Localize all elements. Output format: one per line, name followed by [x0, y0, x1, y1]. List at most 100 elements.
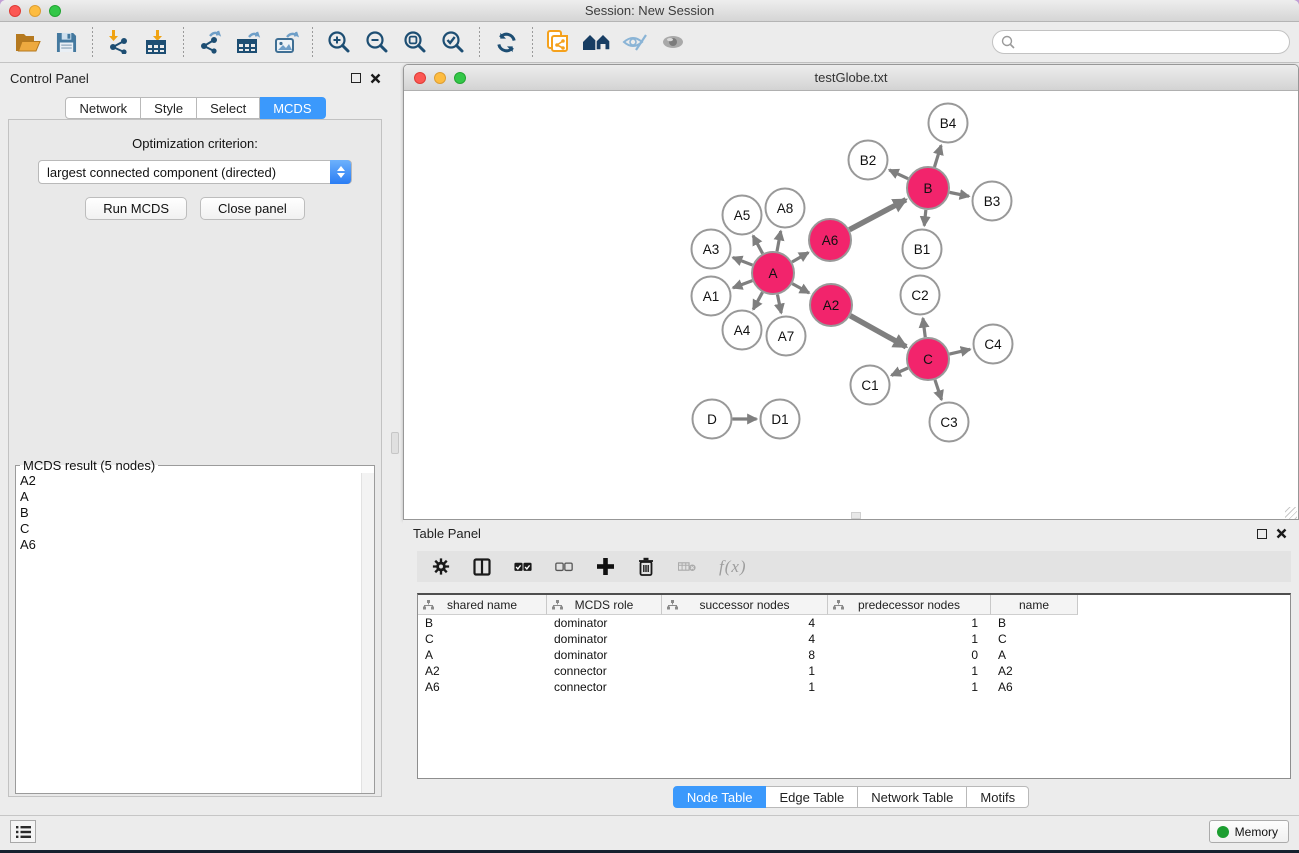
show-eye-button[interactable] [654, 26, 692, 58]
select-all-button[interactable] [514, 557, 532, 577]
export-table-button[interactable] [229, 26, 267, 58]
graph-node-C2[interactable]: C2 [901, 276, 940, 315]
tab-style[interactable]: Style [141, 97, 197, 119]
tab-network-table[interactable]: Network Table [858, 786, 967, 808]
graph-node-B1[interactable]: B1 [903, 230, 942, 269]
clear-table-button[interactable] [678, 557, 696, 577]
add-column-button[interactable] [596, 557, 614, 577]
canvas-scroll-handle[interactable] [851, 512, 861, 519]
tab-edge-table[interactable]: Edge Table [766, 786, 858, 808]
float-panel-icon[interactable] [351, 73, 361, 83]
export-image-button[interactable] [267, 26, 305, 58]
tab-network[interactable]: Network [65, 97, 141, 119]
right-column: testGlobe.txt B4B2BB3A5A8A [403, 64, 1299, 815]
export-table-icon [236, 30, 261, 54]
import-network-button[interactable] [100, 26, 138, 58]
table-row[interactable]: Bdominator41B [418, 615, 1290, 631]
tab-motifs[interactable]: Motifs [967, 786, 1029, 808]
graph-node-A3[interactable]: A3 [692, 230, 731, 269]
zoom-fit-button[interactable] [396, 26, 434, 58]
save-session-button[interactable] [47, 26, 85, 58]
zoom-out-button[interactable] [358, 26, 396, 58]
search-input[interactable] [1020, 35, 1281, 50]
zoom-in-button[interactable] [320, 26, 358, 58]
close-panel-icon[interactable] [370, 73, 381, 84]
graph-node-A2[interactable]: A2 [810, 284, 852, 326]
run-mcds-button[interactable]: Run MCDS [85, 197, 187, 220]
memory-button[interactable]: Memory [1209, 820, 1289, 843]
graph-node-C[interactable]: C [907, 338, 949, 380]
hide-annotations-button[interactable] [616, 26, 654, 58]
list-icon [16, 825, 31, 839]
close-table-panel-icon[interactable] [1276, 528, 1287, 539]
minimize-network-button[interactable] [434, 72, 446, 84]
graph-node-A4[interactable]: A4 [723, 311, 762, 350]
resize-grip-icon[interactable] [1285, 507, 1297, 519]
edge-A-A2 [792, 284, 809, 293]
memory-label: Memory [1235, 825, 1278, 839]
panel-list-button[interactable] [10, 820, 36, 843]
result-list-item[interactable]: A6 [16, 537, 374, 553]
tab-select[interactable]: Select [197, 97, 260, 119]
table-row[interactable]: Cdominator41C [418, 631, 1290, 647]
result-list-item[interactable]: A [16, 489, 374, 505]
close-panel-button[interactable]: Close panel [200, 197, 305, 220]
close-network-button[interactable] [414, 72, 426, 84]
import-network-icon [107, 30, 131, 54]
refresh-button[interactable] [487, 26, 525, 58]
split-pane-handle[interactable] [391, 432, 399, 454]
column-header-name[interactable]: name [991, 595, 1078, 615]
result-list-item[interactable]: C [16, 521, 374, 537]
graph-node-A5[interactable]: A5 [723, 196, 762, 235]
column-header-MCDS-role[interactable]: MCDS role [547, 595, 662, 615]
zoom-selected-button[interactable] [434, 26, 472, 58]
zoom-window-button[interactable] [49, 5, 61, 17]
graph-node-C3[interactable]: C3 [930, 403, 969, 442]
delete-column-button[interactable] [637, 557, 655, 577]
import-table-button[interactable] [138, 26, 176, 58]
minimize-window-button[interactable] [29, 5, 41, 17]
result-list-item[interactable]: A2 [16, 473, 374, 489]
tab-mcds[interactable]: MCDS [260, 97, 325, 119]
clone-network-button[interactable] [540, 26, 578, 58]
graph-node-C1[interactable]: C1 [851, 366, 890, 405]
table-row[interactable]: Adominator80A [418, 647, 1290, 663]
network-view-window: testGlobe.txt B4B2BB3A5A8A [403, 64, 1299, 520]
export-network-button[interactable] [191, 26, 229, 58]
optimization-dropdown[interactable]: largest connected component (directed) [38, 160, 352, 184]
open-file-button[interactable] [9, 26, 47, 58]
zoom-network-button[interactable] [454, 72, 466, 84]
graph-node-B3[interactable]: B3 [973, 182, 1012, 221]
close-window-button[interactable] [9, 5, 21, 17]
graph-node-C4[interactable]: C4 [974, 325, 1013, 364]
graph-node-D1[interactable]: D1 [761, 400, 800, 439]
tab-node-table[interactable]: Node Table [673, 786, 767, 808]
float-table-panel-icon[interactable] [1257, 529, 1267, 539]
graph-node-A7[interactable]: A7 [767, 317, 806, 356]
function-builder-button[interactable]: f(x) [719, 557, 747, 577]
graph-node-A8[interactable]: A8 [766, 189, 805, 228]
result-list-item[interactable]: B [16, 505, 374, 521]
column-header-successor-nodes[interactable]: successor nodes [662, 595, 828, 615]
table-cell: dominator [547, 632, 662, 646]
graph-node-D[interactable]: D [693, 400, 732, 439]
edge-A-A1 [733, 281, 752, 288]
home-layout-button[interactable] [578, 26, 616, 58]
graph-node-A[interactable]: A [752, 252, 794, 294]
table-row[interactable]: A6connector11A6 [418, 679, 1290, 695]
result-scrollbar[interactable] [361, 473, 374, 793]
column-header-shared-name[interactable]: shared name [418, 595, 547, 615]
network-canvas[interactable]: B4 B2 B B3 A5A8A6 A3 B1 A A1 C2 A2 A4A7 C4 C C1 C3 D D1 [404, 91, 1298, 520]
graph-node-B[interactable]: B [907, 167, 949, 209]
graph-node-B2[interactable]: B2 [849, 141, 888, 180]
mcds-tab-content: Optimization criterion: largest connecte… [8, 119, 382, 797]
table-row[interactable]: A2connector11A2 [418, 663, 1290, 679]
graph-node-A1[interactable]: A1 [692, 277, 731, 316]
search-box[interactable] [992, 30, 1290, 54]
graph-node-B4[interactable]: B4 [929, 104, 968, 143]
graph-node-A6[interactable]: A6 [809, 219, 851, 261]
split-view-button[interactable] [473, 557, 491, 577]
column-header-predecessor-nodes[interactable]: predecessor nodes [828, 595, 991, 615]
table-settings-button[interactable] [432, 557, 450, 577]
deselect-all-button[interactable] [555, 557, 573, 577]
